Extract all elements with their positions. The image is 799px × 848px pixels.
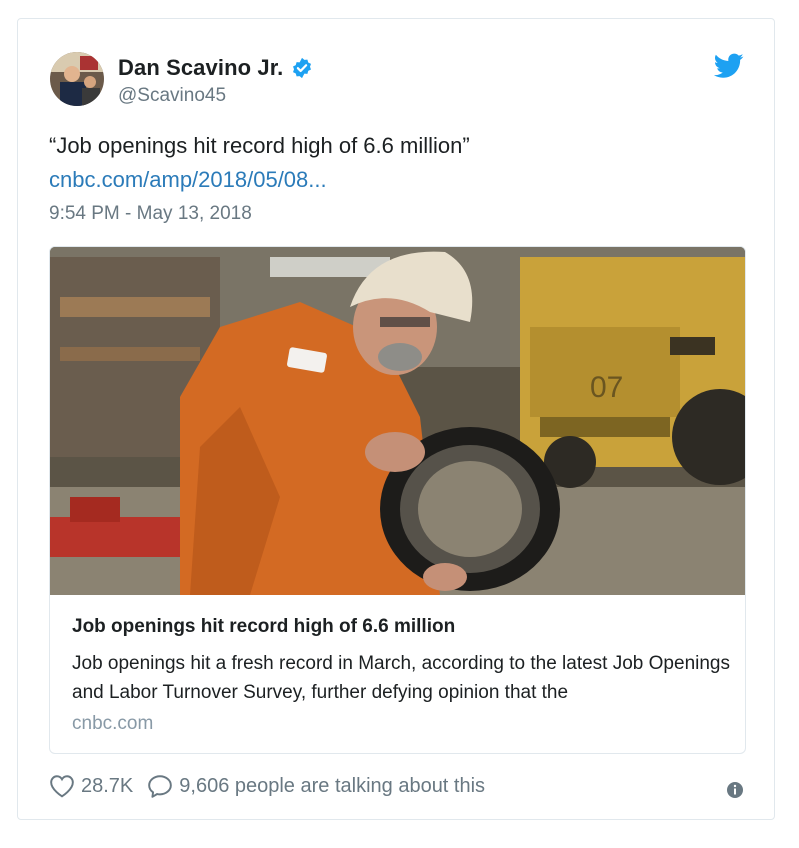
author-avatar[interactable] [50, 52, 104, 106]
tweet-timestamp[interactable]: 9:54 PM - May 13, 2018 [49, 203, 252, 225]
info-icon[interactable] [726, 781, 744, 799]
conversation-text: 9,606 people are talking about this [179, 774, 486, 797]
card-title[interactable]: Job openings hit record high of 6.6 mill… [72, 616, 455, 638]
like-button[interactable]: 28.7K [49, 774, 133, 798]
tweet-link[interactable]: cnbc.com/amp/2018/05/08... [49, 167, 327, 193]
author-handle[interactable]: @Scavino45 [118, 85, 226, 107]
conversation-button[interactable]: 9,606 people are talking about this [147, 774, 485, 798]
link-preview-card[interactable]: 07 Job openings hit record high of 6.6 m… [49, 246, 746, 754]
like-count: 28.7K [81, 774, 134, 797]
speech-bubble-icon [148, 775, 173, 798]
verified-badge-icon [291, 57, 313, 79]
avatar-image-icon [50, 52, 104, 106]
tweet-actions: 28.7K 9,606 people are talking about thi… [49, 774, 499, 798]
author-name-row: Dan Scavino Jr. [118, 55, 313, 81]
twitter-bird-icon[interactable] [713, 53, 744, 79]
worker-with-tire-photo-icon[interactable]: 07 [50, 247, 745, 595]
embedded-tweet: Dan Scavino Jr. @Scavino45 “Job openings… [17, 18, 775, 820]
card-domain: cnbc.com [72, 713, 154, 734]
card-description: Job openings hit a fresh record in March… [72, 653, 730, 703]
author-name[interactable]: Dan Scavino Jr. [118, 55, 283, 81]
heart-icon [50, 775, 74, 798]
tweet-text: “Job openings hit record high of 6.6 mil… [49, 133, 470, 158]
svg-text:07: 07 [590, 371, 623, 404]
